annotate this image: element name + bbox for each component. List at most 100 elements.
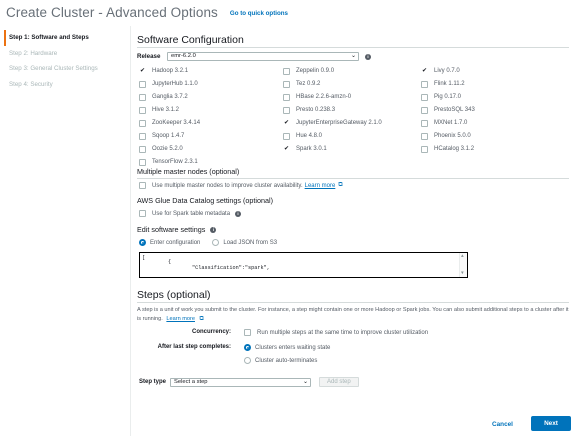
checkbox[interactable] (139, 158, 146, 166)
concurrency-row: Run multiple steps at the same time to i… (244, 329, 428, 336)
glue-spark-label: Use for Spark table metadata (152, 210, 231, 217)
multiple-master-checkbox[interactable] (139, 182, 146, 189)
app-ganglia[interactable]: Ganglia 3.7.2 (139, 93, 188, 101)
enter-configuration-label: Enter configuration (150, 239, 201, 246)
app-mxnet[interactable]: MXNet 1.7.0 (421, 119, 467, 127)
step-type-row: Step type Select a step ⌄ Add step (139, 377, 359, 387)
app-sqoop[interactable]: Sqoop 1.4.7 (139, 132, 184, 140)
app-tensorflow[interactable]: TensorFlow 2.3.1 (139, 158, 198, 166)
sidebar-item-step-4[interactable]: Step 4: Security (4, 77, 128, 93)
checkbox[interactable] (139, 93, 146, 101)
code-line: [ (142, 255, 146, 261)
app-jupyter-enterprise-gateway[interactable]: ✔ JupyterEnterpriseGateway 2.1.0 (283, 119, 382, 127)
steps-description: A step is a unit of work you submit to t… (137, 306, 569, 323)
checkbox[interactable] (421, 132, 428, 140)
enter-configuration-radio[interactable] (139, 239, 146, 246)
code-line: { (168, 259, 172, 265)
load-json-radio[interactable] (212, 239, 220, 246)
checkbox[interactable] (139, 145, 146, 153)
release-select-value: emr-6.2.0 (171, 53, 196, 59)
editor-scrollbar[interactable]: ▲ ▼ (459, 253, 467, 277)
edit-software-title-row: Edit software settings i (137, 225, 217, 234)
release-label: Release (137, 53, 161, 60)
app-zookeeper[interactable]: ZooKeeper 3.4.14 (139, 119, 200, 127)
app-flink[interactable]: Flink 1.11.2 (421, 80, 465, 88)
glue-catalog-title: AWS Glue Data Catalog settings (optional… (137, 196, 273, 205)
step-type-select[interactable]: Select a step ⌄ (170, 377, 312, 387)
checkbox[interactable] (139, 80, 146, 88)
auto-terminate-row: Cluster auto-terminates (244, 357, 317, 364)
waiting-state-row: Clusters enters waiting state (244, 344, 330, 351)
app-prestosql[interactable]: PrestoSQL 343 (421, 106, 475, 114)
info-icon[interactable]: i (210, 226, 217, 233)
waiting-state-label: Clusters enters waiting state (255, 344, 331, 351)
checkbox[interactable]: ✔ (421, 67, 428, 75)
app-livy[interactable]: ✔ Livy 0.7.0 (421, 67, 460, 75)
app-presto[interactable]: Presto 0.238.3 (283, 106, 335, 114)
external-link-icon: ⧉ (338, 182, 343, 188)
app-hue[interactable]: Hue 4.8.0 (283, 132, 322, 140)
scroll-down-icon[interactable]: ▼ (461, 271, 464, 276)
checkbox[interactable] (421, 80, 428, 88)
page-header: Create Cluster - Advanced Options Go to … (6, 3, 288, 21)
waiting-state-radio[interactable] (244, 344, 251, 351)
info-icon[interactable]: i (235, 210, 242, 217)
checkbox[interactable]: ✔ (283, 119, 290, 127)
app-oozie[interactable]: Oozie 5.2.0 (139, 145, 183, 153)
checkbox[interactable] (139, 132, 146, 140)
learn-more-link[interactable]: Learn more (305, 183, 336, 189)
sidebar-item-step-2[interactable]: Step 2: Hardware (4, 46, 128, 62)
configuration-editor[interactable]: [ { "Classification":"spark", ▲ ▼ (139, 252, 468, 278)
checkbox[interactable] (139, 119, 146, 127)
app-hbase[interactable]: HBase 2.2.6-amzn-0 (283, 93, 351, 101)
checkbox[interactable]: ✔ (139, 67, 146, 75)
checkbox[interactable] (421, 93, 428, 101)
app-zeppelin[interactable]: Zeppelin 0.9.0 (283, 67, 334, 75)
glue-spark-checkbox[interactable] (139, 210, 146, 217)
checkbox[interactable] (283, 67, 290, 75)
go-to-quick-options-link[interactable]: Go to quick options (230, 10, 288, 17)
checkbox[interactable] (283, 93, 290, 101)
chevron-down-icon: ⌄ (302, 378, 309, 385)
section-rule (137, 178, 569, 179)
release-select[interactable]: emr-6.2.0 ⌄ (167, 52, 359, 61)
app-hive[interactable]: Hive 3.1.2 (139, 106, 179, 114)
multiple-master-label: Use multiple master nodes to improve clu… (152, 182, 303, 189)
code-line: "Classification":"spark", (192, 265, 270, 271)
checkbox[interactable] (283, 106, 290, 114)
chevron-down-icon: ⌄ (350, 53, 356, 59)
checkbox[interactable] (421, 145, 428, 153)
next-button[interactable]: Next (531, 416, 571, 431)
sidebar-item-step-3[interactable]: Step 3: General Cluster Settings (4, 61, 128, 77)
checkbox[interactable] (421, 106, 428, 114)
app-hadoop[interactable]: ✔ Hadoop 3.2.1 (139, 67, 188, 75)
step-type-label: Step type (139, 379, 167, 385)
concurrency-label: Concurrency: (191, 329, 231, 335)
app-tez[interactable]: Tez 0.9.2 (283, 80, 320, 88)
multiple-master-title: Multiple master nodes (optional) (137, 167, 240, 176)
checkbox[interactable] (421, 119, 428, 127)
checkbox[interactable]: ✔ (283, 145, 290, 153)
app-hcatalog[interactable]: HCatalog 3.1.2 (421, 145, 474, 153)
app-phoenix[interactable]: Phoenix 5.0.0 (421, 132, 471, 140)
learn-more-link[interactable]: Learn more (166, 316, 195, 322)
page-title: Create Cluster - Advanced Options (6, 4, 218, 20)
app-spark[interactable]: ✔ Spark 3.0.1 (283, 145, 327, 153)
checkbox[interactable] (139, 106, 146, 114)
app-jupyterhub[interactable]: JupyterHub 1.1.0 (139, 80, 198, 88)
release-row: Release emr-6.2.0 ⌄ i (137, 52, 371, 61)
concurrency-checkbox[interactable] (244, 329, 251, 336)
checkbox[interactable] (283, 132, 290, 140)
cancel-button[interactable]: Cancel (492, 421, 513, 428)
info-icon[interactable]: i (365, 53, 371, 60)
auto-terminate-radio[interactable] (244, 357, 251, 364)
load-json-label: Load JSON from S3 (223, 239, 278, 246)
add-step-button[interactable]: Add step (319, 377, 359, 387)
edit-software-title: Edit software settings (137, 225, 206, 234)
glue-row: Use for Spark table metadata i (139, 210, 242, 217)
sidebar-divider (130, 26, 131, 436)
sidebar-item-step-1[interactable]: Step 1: Software and Steps (4, 30, 128, 46)
checkbox[interactable] (283, 80, 290, 88)
app-pig[interactable]: Pig 0.17.0 (421, 93, 461, 101)
scroll-up-icon[interactable]: ▲ (461, 254, 464, 259)
